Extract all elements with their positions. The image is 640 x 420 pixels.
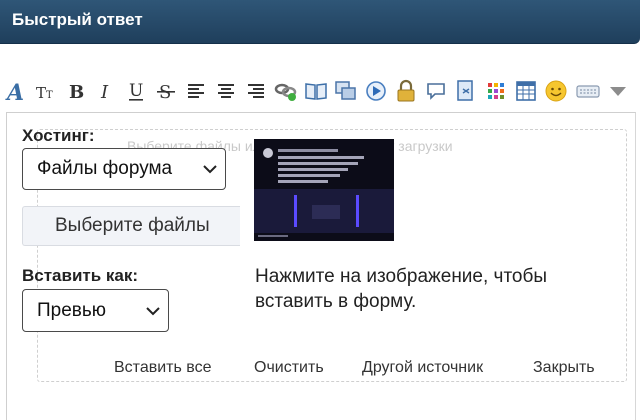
- bold-icon[interactable]: B: [64, 78, 88, 104]
- align-left-icon[interactable]: [184, 78, 208, 104]
- link-icon[interactable]: [274, 78, 298, 104]
- svg-text:I: I: [100, 82, 109, 103]
- more-arrow-icon[interactable]: [606, 78, 630, 104]
- font-icon[interactable]: A: [4, 78, 28, 104]
- hosting-label: Хостинг:: [22, 126, 95, 145]
- gallery-icon[interactable]: [334, 78, 358, 104]
- insert-as-select[interactable]: Превью: [22, 289, 169, 332]
- insert-as-label: Вставить как:: [22, 266, 139, 285]
- svg-text:T: T: [36, 84, 46, 102]
- lock-icon[interactable]: [394, 78, 418, 104]
- svg-text:U: U: [129, 81, 143, 101]
- code-icon[interactable]: [454, 78, 478, 104]
- close-link[interactable]: Закрыть: [533, 359, 595, 377]
- book-icon[interactable]: [304, 78, 328, 104]
- choose-files-button[interactable]: Выберите файлы: [22, 206, 240, 246]
- hosting-selected-value: Файлы форума: [37, 158, 173, 179]
- svg-text:A: A: [5, 80, 24, 103]
- smiley-icon[interactable]: [544, 78, 568, 104]
- quick-reply-header: Быстрый ответ: [0, 0, 640, 44]
- svg-text:T: T: [46, 90, 53, 101]
- editor-toolbar: A TT B I U S: [0, 76, 640, 108]
- clear-link[interactable]: Очистить: [254, 359, 324, 377]
- media-play-icon[interactable]: [364, 78, 388, 104]
- quick-reply-title: Быстрый ответ: [12, 10, 143, 29]
- align-right-icon[interactable]: [244, 78, 268, 104]
- italic-icon[interactable]: I: [94, 78, 118, 104]
- table-icon[interactable]: [514, 78, 538, 104]
- keyboard-icon[interactable]: [576, 78, 600, 104]
- uploaded-image-thumbnail[interactable]: [254, 139, 394, 241]
- quote-bubble-icon[interactable]: [424, 78, 448, 104]
- svg-text:B: B: [69, 82, 84, 103]
- underline-icon[interactable]: U: [124, 78, 148, 104]
- other-source-link[interactable]: Другой источник: [362, 359, 483, 377]
- text-size-icon[interactable]: TT: [34, 78, 58, 104]
- insert-image-hint: Нажмите на изображение, чтобы вставить в…: [255, 266, 548, 312]
- hosting-select[interactable]: Файлы форума: [22, 148, 226, 190]
- chevron-down-icon: [203, 158, 217, 180]
- insert-as-selected-value: Превью: [37, 299, 107, 321]
- align-center-icon[interactable]: [214, 78, 238, 104]
- chevron-down-icon: [146, 300, 160, 322]
- strikethrough-icon[interactable]: S: [154, 78, 178, 104]
- color-palette-icon[interactable]: [484, 78, 508, 104]
- insert-all-link[interactable]: Вставить все: [114, 359, 211, 377]
